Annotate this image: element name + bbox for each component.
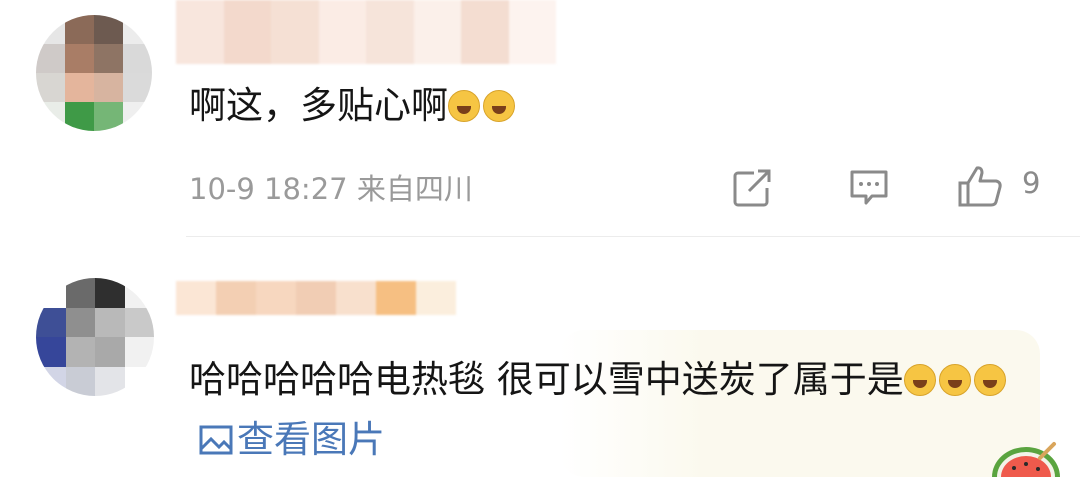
username-blurred[interactable] (176, 281, 456, 315)
share-icon[interactable] (732, 168, 774, 208)
view-image-link[interactable]: 查看图片 (189, 418, 385, 461)
view-image-label: 查看图片 (237, 418, 385, 461)
comment-meta: 10-9 18:27 来自四川 (189, 172, 473, 206)
laughing-crying-emoji (483, 90, 515, 122)
reply-icon[interactable] (848, 168, 890, 208)
thumbs-up-icon[interactable] (956, 164, 1004, 208)
laughing-crying-emoji (973, 364, 1006, 396)
like-count: 9 (1022, 166, 1041, 200)
comment-text: 哈哈哈哈哈电热毯 很可以雪中送炭了属于是 查看图片 (189, 350, 1029, 470)
username-blurred[interactable] (176, 0, 556, 64)
laughing-crying-emoji (448, 90, 480, 122)
comment-text: 啊这，多贴心啊 (189, 76, 518, 136)
comment-item[interactable]: 啊这，多贴心啊 10-9 18:27 来自四川 9 (0, 0, 1080, 236)
comment-body: 哈哈哈哈哈电热毯 很可以雪中送炭了属于是 (189, 358, 904, 401)
laughing-crying-emoji (903, 364, 936, 396)
image-icon (199, 425, 233, 455)
avatar[interactable] (36, 278, 154, 396)
comment-body: 啊这，多贴心啊 (189, 84, 448, 127)
comment-item[interactable]: 哈哈哈哈哈电热毯 很可以雪中送炭了属于是 查看图片 (0, 237, 1080, 477)
avatar[interactable] (36, 15, 152, 131)
laughing-crying-emoji (938, 364, 971, 396)
watermelon-sticker (992, 442, 1060, 477)
